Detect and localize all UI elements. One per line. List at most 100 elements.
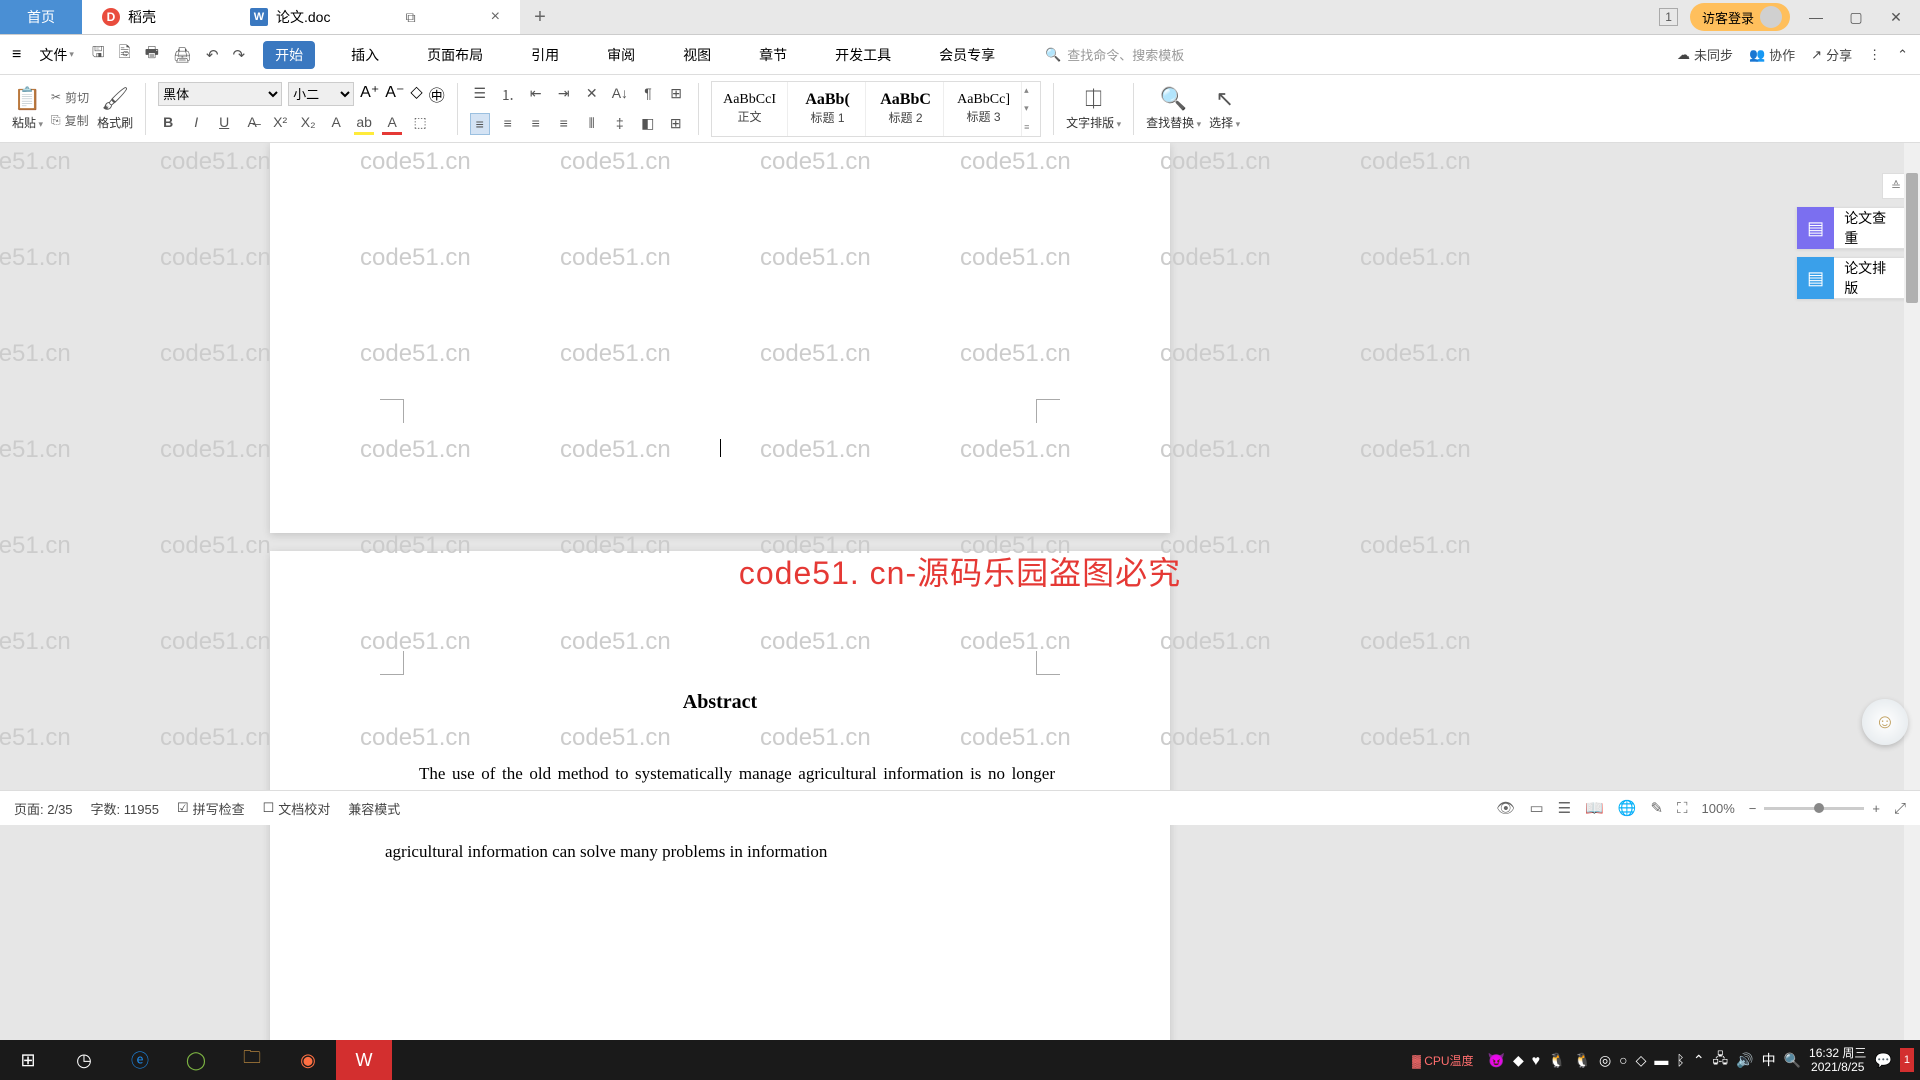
tab-docer[interactable]: D 稻壳	[82, 0, 230, 34]
superscript-button[interactable]: X²	[270, 112, 290, 135]
numbering-button[interactable]: ⒈	[498, 83, 518, 107]
page-indicator[interactable]: 页面: 2/35	[14, 799, 73, 818]
tray-icon-7[interactable]: ○	[1619, 1052, 1627, 1068]
paste-button[interactable]: 📋 粘贴	[12, 86, 43, 131]
tab-sections[interactable]: 章节	[747, 41, 799, 69]
action-center-icon[interactable]: 💬	[1874, 1052, 1891, 1069]
undo-icon[interactable]: ↶	[206, 42, 219, 67]
zoom-slider[interactable]: − +	[1749, 801, 1880, 816]
tray-overflow-icon[interactable]: ⌃	[1693, 1052, 1705, 1069]
taskbar-app-2[interactable]: ◉	[280, 1040, 336, 1080]
tab-member[interactable]: 会员专享	[927, 41, 1007, 69]
fullscreen-icon[interactable]: ⤢	[1894, 800, 1906, 817]
asian-layout-button[interactable]: ✕	[582, 83, 602, 107]
tab-view[interactable]: 视图	[671, 41, 723, 69]
tab-document[interactable]: W 论文.doc ⧉ ×	[230, 0, 520, 34]
document-canvas[interactable]: Abstract The use of the old method to sy…	[0, 143, 1920, 1045]
guest-login-button[interactable]: 访客登录	[1690, 3, 1790, 31]
tab-start[interactable]: 开始	[263, 41, 315, 69]
more-icon[interactable]: ⋮	[1868, 45, 1881, 64]
tray-icon-4[interactable]: 🐧	[1548, 1052, 1565, 1069]
page-previous[interactable]	[270, 143, 1170, 533]
tray-nvidia-icon[interactable]: ▬	[1654, 1052, 1668, 1068]
style-heading2[interactable]: AaBbC标题 2	[868, 82, 944, 136]
close-tab-icon[interactable]: ×	[491, 8, 500, 26]
shrink-font-icon[interactable]: A⁻	[385, 82, 404, 106]
add-tab-button[interactable]: +	[520, 0, 560, 34]
taskbar-explorer[interactable]: 🗀	[224, 1040, 280, 1080]
font-size-select[interactable]: 小二	[288, 82, 354, 106]
align-center-button[interactable]: ≡	[498, 113, 518, 135]
increase-indent-button[interactable]: ⇥	[554, 83, 574, 107]
collab-button[interactable]: 👥 协作	[1749, 45, 1795, 64]
word-count[interactable]: 字数: 11955	[91, 799, 159, 818]
web-view-icon[interactable]: 🌐	[1618, 799, 1637, 817]
tray-search-icon[interactable]: 🔍	[1784, 1052, 1801, 1069]
decrease-indent-button[interactable]: ⇤	[526, 83, 546, 107]
shading-button[interactable]: ◧	[638, 113, 658, 135]
tray-network-icon[interactable]: 🖧	[1713, 1048, 1729, 1072]
annotate-icon[interactable]: ✎	[1650, 799, 1663, 817]
phonetic-icon[interactable]: ㊥	[429, 82, 445, 106]
taskbar-wps[interactable]: W	[336, 1040, 392, 1080]
outline-view-icon[interactable]: ☰	[1558, 799, 1571, 817]
subscript-button[interactable]: X₂	[298, 112, 318, 135]
style-heading3[interactable]: AaBbCc]标题 3	[946, 82, 1022, 136]
print-preview-icon[interactable]: 🗟	[119, 42, 131, 67]
eye-care-icon[interactable]: 👁	[1496, 799, 1515, 817]
notification-badge[interactable]: 1	[1900, 1048, 1914, 1072]
share-button[interactable]: ↗ 分享	[1811, 45, 1852, 64]
tab-developer[interactable]: 开发工具	[823, 41, 903, 69]
tray-bluetooth-icon[interactable]: ᛒ	[1676, 1052, 1684, 1068]
spell-check-toggle[interactable]: ☑ 拼写检查	[177, 799, 245, 818]
zoom-in-button[interactable]: +	[1872, 801, 1880, 816]
tray-icon-1[interactable]: 😈	[1488, 1052, 1505, 1069]
tray-icon-5[interactable]: 🐧	[1574, 1052, 1591, 1069]
text-effects-button[interactable]: A	[326, 112, 346, 135]
tray-icon-3[interactable]: ♥	[1532, 1052, 1540, 1068]
print-icon[interactable]: 🖶	[145, 42, 159, 67]
copy-button[interactable]: ⎘ 复制	[51, 112, 89, 129]
save-icon[interactable]: 🖫	[92, 42, 105, 67]
borders-button[interactable]: ⊞	[666, 113, 686, 135]
tray-icon-2[interactable]: ◆	[1513, 1052, 1524, 1069]
tab-review[interactable]: 审阅	[595, 41, 647, 69]
tab-home[interactable]: 首页	[0, 0, 82, 34]
command-search[interactable]: 🔍 查找命令、搜索模板	[1045, 45, 1184, 64]
vertical-scrollbar[interactable]	[1904, 143, 1920, 1045]
sync-status[interactable]: ☁ 未同步	[1677, 45, 1733, 64]
style-gallery[interactable]: AaBbCcI正文 AaBb(标题 1 AaBbC标题 2 AaBbCc]标题 …	[711, 81, 1041, 137]
tray-icon-8[interactable]: ◇	[1636, 1052, 1647, 1069]
fit-page-icon[interactable]: ⛶	[1677, 800, 1688, 817]
italic-button[interactable]: I	[186, 112, 206, 135]
sort-button[interactable]: A↓	[610, 83, 630, 107]
zoom-out-button[interactable]: −	[1749, 801, 1757, 816]
cut-button[interactable]: ✂ 剪切	[51, 89, 89, 106]
start-button[interactable]: ⊞	[0, 1040, 56, 1080]
align-left-button[interactable]: ≡	[470, 113, 490, 135]
print-direct-icon[interactable]: 🖨	[173, 42, 192, 67]
maximize-button[interactable]: ▢	[1842, 9, 1870, 26]
tab-insert[interactable]: 插入	[339, 41, 391, 69]
font-color-button[interactable]: A	[382, 112, 402, 135]
text-layout-button[interactable]: ⎅ 文字排版	[1066, 86, 1121, 131]
bold-button[interactable]: B	[158, 112, 178, 135]
scrollbar-thumb[interactable]	[1906, 173, 1918, 303]
hamburger-icon[interactable]: ≡	[12, 46, 21, 64]
clear-format-icon[interactable]: ◇	[410, 82, 422, 106]
redo-icon[interactable]: ↷	[233, 42, 246, 67]
format-painter-button[interactable]: 🖌 格式刷	[97, 86, 133, 131]
assistant-bubble[interactable]: ☺	[1862, 699, 1908, 745]
popout-icon[interactable]: ⧉	[406, 9, 416, 26]
page-view-icon[interactable]: ▭	[1529, 799, 1543, 817]
find-replace-button[interactable]: 🔍 查找替换	[1146, 86, 1201, 131]
reading-view-icon[interactable]: 📖	[1585, 799, 1604, 817]
proof-toggle[interactable]: ☐ 文档校对	[263, 799, 331, 818]
plagiarism-check-button[interactable]: ▤ 论文查重	[1796, 207, 1910, 249]
char-border-button[interactable]: ⬚	[410, 112, 430, 135]
taskbar-browser[interactable]: ◯	[168, 1040, 224, 1080]
zoom-value[interactable]: 100%	[1702, 801, 1735, 816]
close-window-button[interactable]: ✕	[1882, 9, 1910, 26]
align-right-button[interactable]: ≡	[526, 113, 546, 135]
taskbar-clock[interactable]: 16:32 周三 2021/8/25	[1809, 1046, 1866, 1075]
